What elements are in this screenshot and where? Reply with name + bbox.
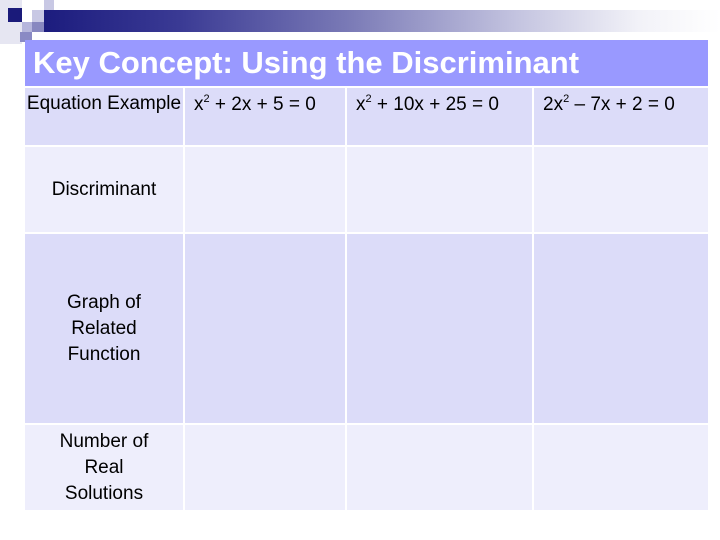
equation-rest: + 2x + 5 = 0 xyxy=(209,94,316,115)
equation-cell: x2 + 2x + 5 = 0 xyxy=(185,88,347,147)
equation-base: x xyxy=(356,94,366,115)
table-row-number-of-solutions: Number of Real Solutions xyxy=(25,425,708,510)
equation-base: 2x xyxy=(543,94,564,115)
graph-cell xyxy=(185,234,347,425)
equation-rest: – 7x + 2 = 0 xyxy=(569,94,675,115)
row-header-graph: Graph of Related Function xyxy=(25,234,185,425)
table-row-graph: Graph of Related Function xyxy=(25,234,708,425)
graph-cell xyxy=(347,234,534,425)
equation-cell: 2x2 – 7x + 2 = 0 xyxy=(534,88,708,147)
decorative-square xyxy=(22,22,32,32)
discriminant-cell xyxy=(534,147,708,234)
header-gradient-bar xyxy=(44,10,720,32)
slide-title: Key Concept: Using the Discriminant xyxy=(25,40,708,86)
row-header-number-of-solutions: Number of Real Solutions xyxy=(25,425,185,510)
decorative-square xyxy=(0,0,22,44)
solutions-cell xyxy=(347,425,534,510)
decorative-square xyxy=(8,8,22,22)
row-header-equation-example: Equation Example xyxy=(25,88,185,147)
discriminant-cell xyxy=(347,147,534,234)
discriminant-table: Equation Example x2 + 2x + 5 = 0 x2 + 10… xyxy=(25,88,708,510)
equation-base: x xyxy=(194,94,204,115)
equation-rest: + 10x + 25 = 0 xyxy=(371,94,499,115)
decorative-square xyxy=(22,0,44,10)
row-header-discriminant: Discriminant xyxy=(25,147,185,234)
graph-cell xyxy=(534,234,708,425)
equation-cell: x2 + 10x + 25 = 0 xyxy=(347,88,534,147)
table-row-equation-example: Equation Example x2 + 2x + 5 = 0 x2 + 10… xyxy=(25,88,708,147)
decorative-square xyxy=(44,0,54,10)
decorative-square xyxy=(32,22,44,32)
discriminant-cell xyxy=(185,147,347,234)
table-row-discriminant: Discriminant xyxy=(25,147,708,234)
solutions-cell xyxy=(534,425,708,510)
solutions-cell xyxy=(185,425,347,510)
